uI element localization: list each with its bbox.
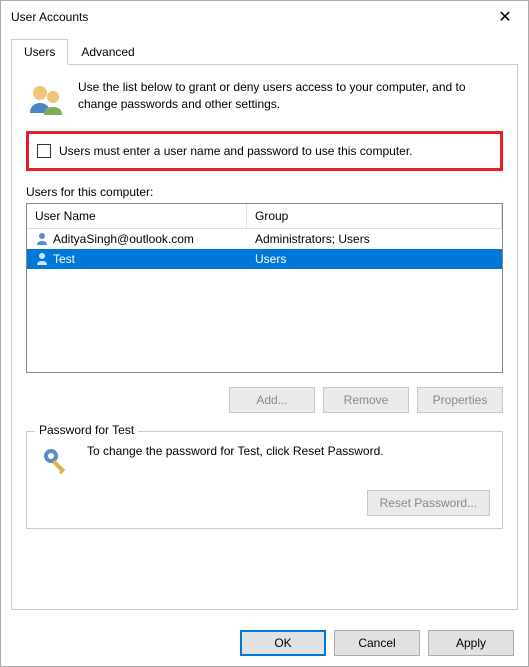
dialog-buttons: OK Cancel Apply — [1, 620, 528, 666]
table-row[interactable]: AdityaSingh@outlook.com Administrators; … — [27, 229, 502, 249]
close-button[interactable]: ✕ — [482, 1, 528, 33]
reset-password-button[interactable]: Reset Password... — [367, 490, 490, 516]
cell-username: Test — [53, 252, 75, 266]
add-button[interactable]: Add... — [229, 387, 315, 413]
highlight-box: Users must enter a user name and passwor… — [26, 131, 503, 171]
cancel-button[interactable]: Cancel — [334, 630, 420, 656]
properties-button[interactable]: Properties — [417, 387, 503, 413]
users-list-label: Users for this computer: — [26, 185, 503, 199]
user-icon — [35, 232, 49, 246]
users-listbox[interactable]: User Name Group AdityaSingh@outlook.com … — [26, 203, 503, 373]
tab-body-users: Use the list below to grant or deny user… — [11, 65, 518, 610]
tab-users[interactable]: Users — [11, 39, 68, 65]
column-username[interactable]: User Name — [27, 204, 247, 228]
window-title: User Accounts — [11, 10, 482, 24]
password-legend: Password for Test — [35, 423, 138, 437]
cell-username: AdityaSingh@outlook.com — [53, 232, 194, 246]
remove-button[interactable]: Remove — [323, 387, 409, 413]
ok-button[interactable]: OK — [240, 630, 326, 656]
tab-advanced-label: Advanced — [81, 45, 134, 59]
column-group[interactable]: Group — [247, 204, 502, 228]
tab-advanced[interactable]: Advanced — [68, 39, 147, 65]
users-icon — [26, 79, 66, 119]
checkbox-icon — [37, 144, 51, 158]
checkbox-label: Users must enter a user name and passwor… — [59, 144, 413, 158]
intro-row: Use the list below to grant or deny user… — [26, 79, 503, 119]
intro-text: Use the list below to grant or deny user… — [78, 79, 503, 119]
password-text: To change the password for Test, click R… — [87, 444, 490, 458]
content-area: Users Advanced Use the list below to gra… — [1, 33, 528, 620]
close-icon: ✕ — [498, 7, 511, 27]
password-groupbox: Password for Test To change the password… — [26, 431, 503, 529]
list-buttons-row: Add... Remove Properties — [26, 387, 503, 413]
cell-group: Administrators; Users — [255, 232, 370, 246]
user-accounts-window: User Accounts ✕ Users Advanced Use the l… — [0, 0, 529, 667]
tab-users-label: Users — [24, 45, 55, 59]
list-header: User Name Group — [27, 204, 502, 229]
titlebar: User Accounts ✕ — [1, 1, 528, 33]
require-password-checkbox[interactable]: Users must enter a user name and passwor… — [37, 144, 492, 158]
cell-group: Users — [255, 252, 286, 266]
tab-strip: Users Advanced — [11, 39, 518, 65]
user-icon — [35, 252, 49, 266]
apply-button[interactable]: Apply — [428, 630, 514, 656]
table-row[interactable]: Test Users — [27, 249, 502, 269]
key-icon — [39, 444, 75, 480]
